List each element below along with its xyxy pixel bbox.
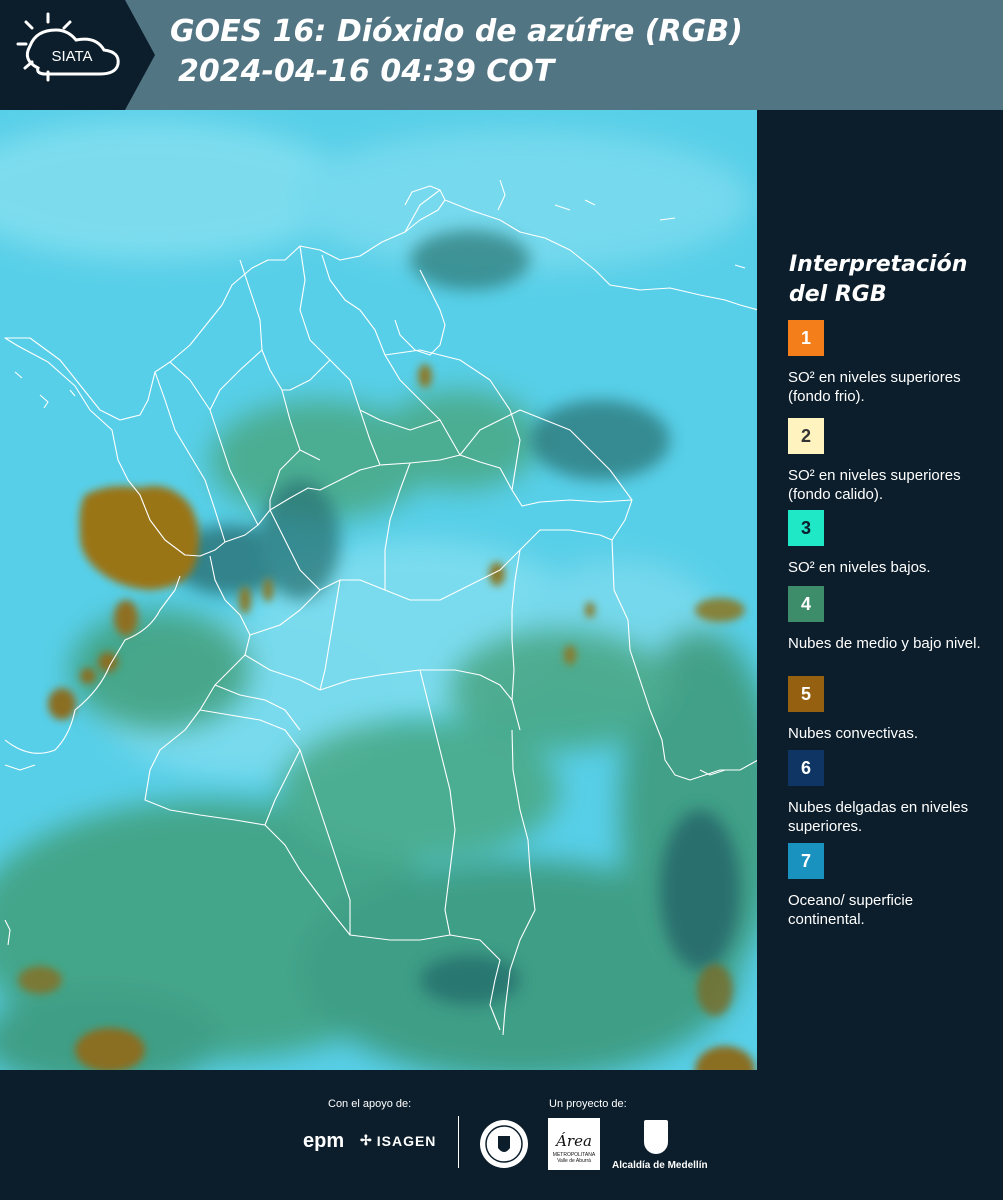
legend-number-6: 6 — [800, 757, 811, 778]
medellin-seal-logo[interactable] — [478, 1118, 530, 1175]
legend-item-7: 7 Oceano/ superficie continental. — [788, 843, 993, 929]
legend-desc-2: SO² en niveles superiores (fondo calido)… — [788, 467, 961, 503]
legend-swatch-4: 4 — [788, 586, 824, 622]
legend-swatch-5: 5 — [788, 676, 824, 712]
legend-swatch-2: 2 — [788, 418, 824, 454]
area-logo-subtext: METROPOLITANA Valle de Aburrá — [552, 1152, 596, 1164]
legend-desc-4: Nubes de medio y bajo nivel. — [788, 635, 981, 652]
alcaldia-label: Alcaldía de Medellín — [612, 1160, 708, 1171]
isagen-icon: ✢ — [360, 1132, 373, 1148]
legend-item-4: 4 Nubes de medio y bajo nivel. — [788, 586, 993, 653]
legend-item-3: 3 SO² en niveles bajos. — [788, 510, 993, 577]
project-label: Un proyecto de: — [549, 1098, 627, 1110]
satellite-map[interactable] — [0, 110, 758, 1070]
title-timestamp: 2024-04-16 04:39 COT — [178, 54, 555, 89]
alcaldia-shield-icon[interactable] — [644, 1120, 668, 1154]
legend-desc-3: SO² en niveles bajos. — [788, 559, 931, 576]
area-logo-text: Área — [556, 1132, 592, 1150]
legend-item-5: 5 Nubes convectivas. — [788, 676, 993, 743]
footer-divider — [458, 1116, 459, 1168]
footer: Con el apoyo de: Un proyecto de: epm ✢ I… — [0, 1070, 1003, 1200]
siata-logo[interactable]: SIATA — [0, 0, 155, 110]
legend-number-2: 2 — [800, 425, 811, 446]
legend-swatch-1: 1 — [788, 320, 824, 356]
legend-number-4: 4 — [800, 593, 811, 614]
title-product: GOES 16: Dióxido de azúfre (RGB) — [170, 14, 743, 49]
header: SIATA GOES 16: Dióxido de azúfre (RGB) 2… — [0, 0, 1003, 110]
legend-panel: Interpretación del RGB 1 SO² en niveles … — [758, 110, 1003, 1070]
isagen-logo[interactable]: ✢ ISAGEN — [360, 1132, 436, 1149]
legend-item-6: 6 Nubes delgadas en niveles superiores. — [788, 750, 993, 836]
legend-desc-1: SO² en niveles superiores (fondo frio). — [788, 369, 961, 405]
siata-logo-text: SIATA — [51, 48, 92, 65]
support-label: Con el apoyo de: — [328, 1098, 412, 1110]
legend-swatch-7: 7 — [788, 843, 824, 879]
legend-title: Interpretación del RGB — [789, 252, 968, 307]
area-metropolitana-logo[interactable]: Área METROPOLITANA Valle de Aburrá — [548, 1118, 600, 1170]
legend-number-7: 7 — [800, 850, 811, 871]
legend-item-2: 2 SO² en niveles superiores (fondo calid… — [788, 418, 993, 504]
isagen-logo-text: ISAGEN — [376, 1132, 437, 1149]
legend-number-1: 1 — [800, 327, 811, 348]
legend-desc-6: Nubes delgadas en niveles superiores. — [788, 799, 969, 835]
legend-swatch-3: 3 — [788, 510, 824, 546]
legend-swatch-6: 6 — [788, 750, 824, 786]
legend-desc-7: Oceano/ superficie continental. — [788, 892, 914, 928]
epm-logo[interactable]: epm — [303, 1130, 344, 1153]
legend-desc-5: Nubes convectivas. — [788, 725, 919, 742]
legend-number-3: 3 — [800, 517, 811, 538]
legend-item-1: 1 SO² en niveles superiores (fondo frio)… — [788, 320, 993, 406]
legend-number-5: 5 — [800, 683, 811, 704]
